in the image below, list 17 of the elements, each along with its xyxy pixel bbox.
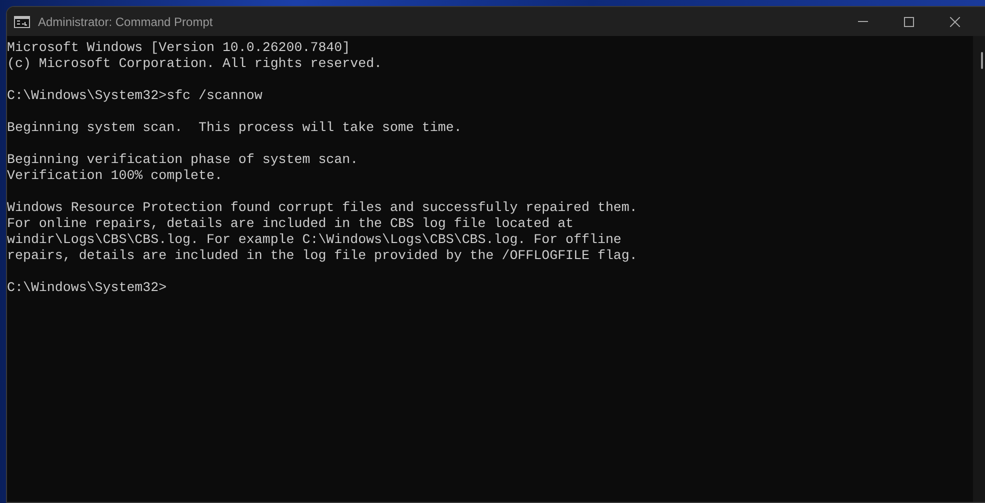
console-line: Windows Resource Protection found corrupt files and successfully repaired them.	[7, 200, 638, 216]
scroll-thumb[interactable]	[980, 52, 982, 69]
console-line: For online repairs, details are included in the CBS log file located at	[7, 216, 574, 232]
console-line: Verification 100% complete.	[7, 168, 222, 184]
console-line: C:\Windows\System32>sfc /scannow	[7, 88, 262, 104]
console-line: (c) Microsoft Corporation. All rights reserved.	[7, 56, 382, 72]
console-line: C:\Windows\System32>	[7, 280, 167, 296]
minimize-icon	[858, 21, 868, 22]
console-line: repairs, details are included in the log file provided by the /OFFLOGFILE flag.	[7, 248, 638, 264]
console-icon	[14, 16, 30, 28]
window-title: Administrator: Command Prompt	[38, 14, 213, 30]
console-line: Microsoft Windows [Version 10.0.26200.7840]	[7, 40, 350, 56]
console-line: Beginning verification phase of system scan.	[7, 152, 358, 168]
close-icon	[950, 16, 960, 26]
console-line: Beginning system scan. This process will take some time.	[7, 120, 462, 136]
console-line: windir\Logs\CBS\CBS.log. For example C:\Windows\Logs\CBS\CBS.log. For offline	[7, 232, 622, 248]
maximize-icon	[904, 16, 914, 26]
